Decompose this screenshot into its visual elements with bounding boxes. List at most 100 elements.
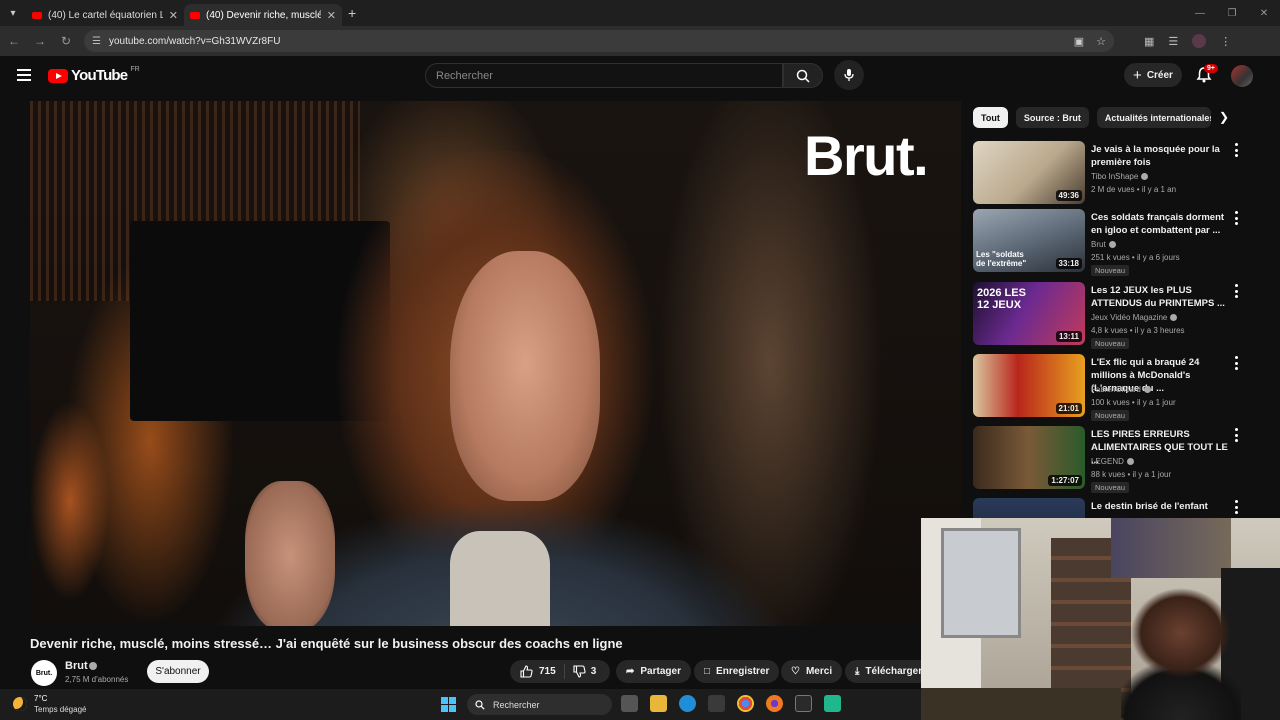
verified-badge-icon <box>1141 173 1149 181</box>
file-explorer-icon[interactable] <box>650 695 667 712</box>
recommendation-item[interactable]: 21:01 L'Ex flic qui a braqué 24 millions… <box>973 354 1243 421</box>
more-actions-icon[interactable] <box>1233 211 1239 225</box>
search-button[interactable] <box>783 63 823 88</box>
windows-taskbar: 7°C Temps dégagé Rechercher <box>0 689 921 720</box>
new-badge: Nouveau <box>1091 338 1130 349</box>
account-avatar[interactable] <box>1231 65 1253 87</box>
recommendation-item[interactable]: 2026 LES 12 JEUX 13:11 Les 12 JEUX les P… <box>973 282 1243 349</box>
video-thumbnail[interactable]: 1:27:07 <box>973 426 1085 489</box>
taskbar-search[interactable]: Rechercher <box>467 694 612 715</box>
bookmark-star-icon[interactable]: ☆ <box>1096 35 1106 48</box>
recommendation-channel[interactable]: LEGEND <box>1091 457 1134 466</box>
video-title: Devenir riche, musclé, moins stressé… J'… <box>30 636 623 651</box>
search-input[interactable]: Rechercher <box>425 63 783 88</box>
chevron-right-icon[interactable]: ❯ <box>1219 110 1229 124</box>
forward-icon[interactable]: → <box>28 34 52 48</box>
minimize-icon[interactable]: — <box>1184 0 1216 26</box>
weather-description[interactable]: Temps dégagé <box>34 705 86 714</box>
chrome-browser-icon[interactable] <box>737 695 754 712</box>
more-actions-icon[interactable] <box>1233 500 1239 514</box>
youtube-logo[interactable]: YouTube FR <box>48 66 140 84</box>
weather-temperature[interactable]: 7°C <box>34 694 47 703</box>
recommendation-channel[interactable]: Tibo InShape <box>1091 172 1149 181</box>
recommendation-item[interactable]: Les "soldats de l'extrême" 33:18 Ces sol… <box>973 209 1243 276</box>
microsoft-store-icon[interactable] <box>708 695 725 712</box>
recommendation-title[interactable]: Les 12 JEUX les PLUS ATTENDUS du PRINTEM… <box>1091 284 1231 310</box>
browser-tab-1[interactable]: (40) Le cartel équatorien Los Lo ✕ <box>26 4 184 26</box>
dislike-button[interactable]: 3 <box>565 665 605 678</box>
new-tab-icon[interactable]: + <box>348 5 356 21</box>
like-button[interactable]: 715 <box>510 664 565 679</box>
browser-profile-avatar[interactable] <box>1192 34 1207 48</box>
presenter-shirt <box>450 531 550 626</box>
share-button[interactable]: ➦ Partager <box>616 660 691 683</box>
channel-avatar[interactable]: Brut. <box>31 660 57 686</box>
firefox-browser-icon[interactable] <box>766 695 783 712</box>
video-thumbnail[interactable]: 21:01 <box>973 354 1085 417</box>
subscriber-count: 2,75 M d'abonnés <box>65 675 129 684</box>
more-actions-icon[interactable] <box>1233 428 1239 442</box>
verified-badge-icon <box>1108 241 1116 249</box>
recommendation-title[interactable]: Ces soldats français dorment en igloo et… <box>1091 211 1231 237</box>
reload-icon[interactable]: ↻ <box>54 34 78 48</box>
save-button[interactable]: □ Enregistrer <box>694 660 780 683</box>
video-thumbnail[interactable]: 49:36 <box>973 141 1085 204</box>
chip-international-news[interactable]: Actualités internationales <box>1096 107 1211 128</box>
close-window-icon[interactable]: ✕ <box>1248 0 1280 26</box>
webcam-desk <box>921 688 1121 720</box>
app-icon[interactable] <box>824 695 841 712</box>
recommendation-item[interactable]: 49:36 Je vais à la mosquée pour la premi… <box>973 141 1243 207</box>
moon-weather-icon[interactable] <box>13 697 27 711</box>
media-control-icon[interactable]: ☰ <box>1168 35 1178 48</box>
edge-browser-icon[interactable] <box>679 695 696 712</box>
bookmark-icon: □ <box>704 666 711 677</box>
like-count: 715 <box>539 666 556 677</box>
close-tab-icon[interactable]: ✕ <box>169 9 178 22</box>
webcam-overlay <box>921 518 1280 720</box>
maximize-icon[interactable]: ❐ <box>1216 0 1248 26</box>
chip-source-brut[interactable]: Source : Brut <box>1015 107 1089 128</box>
install-app-icon[interactable]: ▣ <box>1074 35 1084 48</box>
thumbnail-caption: Les "soldats de l'extrême" <box>976 250 1027 268</box>
close-tab-icon[interactable]: ✕ <box>327 9 336 22</box>
recommendation-title[interactable]: Le destin brisé de l'enfant <box>1091 500 1231 513</box>
browser-tab-2[interactable]: (40) Devenir riche, musclé, moi ✕ <box>184 4 342 26</box>
recommendation-channel[interactable]: Jeux Vidéo Magazine <box>1091 313 1178 322</box>
recommendation-meta: 4,8 k vues • il y a 3 heures <box>1091 326 1185 335</box>
more-actions-icon[interactable] <box>1233 143 1239 157</box>
plus-icon: + <box>1133 66 1142 84</box>
guide-menu-icon[interactable] <box>17 69 31 81</box>
recommendation-meta: 251 k vues • il y a 6 jours <box>1091 253 1180 262</box>
tab-list-dropdown[interactable]: ▾ <box>0 0 26 26</box>
recommendation-title[interactable]: Je vais à la mosquée pour la première fo… <box>1091 143 1231 169</box>
extensions-icon[interactable]: ▦ <box>1144 35 1154 48</box>
capcut-icon[interactable] <box>795 695 812 712</box>
subscribe-button[interactable]: S'abonner <box>147 660 209 683</box>
filter-chips: Tout Source : Brut Actualités internatio… <box>973 107 1211 128</box>
more-actions-icon[interactable] <box>1233 356 1239 370</box>
download-button[interactable]: ⤓ Télécharger <box>845 660 921 683</box>
browser-menu-icon[interactable]: ⋮ <box>1220 35 1231 48</box>
back-icon[interactable]: ← <box>2 34 26 48</box>
channel-name[interactable]: Brut <box>65 660 88 672</box>
more-actions-icon[interactable] <box>1233 284 1239 298</box>
video-thumbnail[interactable]: Les "soldats de l'extrême" 33:18 <box>973 209 1085 272</box>
voice-search-button[interactable] <box>834 60 864 90</box>
video-player[interactable]: Brut. <box>30 101 961 626</box>
url-field[interactable]: ☰ youtube.com/watch?v=Gh31WVZr8FU ▣ ☆ <box>84 30 1114 52</box>
recommendation-channel[interactable]: Brut <box>1091 240 1116 249</box>
windows-start-icon[interactable] <box>441 697 456 712</box>
create-button[interactable]: + Créer <box>1124 63 1182 87</box>
thanks-button[interactable]: ♡ Merci <box>781 660 843 683</box>
share-button-wrap: ➦ Partager <box>616 660 691 683</box>
save-label: Enregistrer <box>716 666 770 677</box>
video-thumbnail[interactable]: 2026 LES 12 JEUX 13:11 <box>973 282 1085 345</box>
site-info-icon[interactable]: ☰ <box>92 36 101 47</box>
chip-all[interactable]: Tout <box>973 107 1008 128</box>
recommendation-item[interactable]: 1:27:07 LES PIRES ERREURS ALIMENTAIRES Q… <box>973 426 1243 493</box>
duration-badge: 49:36 <box>1055 190 1082 201</box>
task-view-icon[interactable] <box>621 695 638 712</box>
recommendation-channel[interactable]: FabienOlicard <box>1091 385 1151 394</box>
share-arrow-icon: ➦ <box>626 666 635 677</box>
save-button-wrap: □ Enregistrer <box>694 660 780 683</box>
